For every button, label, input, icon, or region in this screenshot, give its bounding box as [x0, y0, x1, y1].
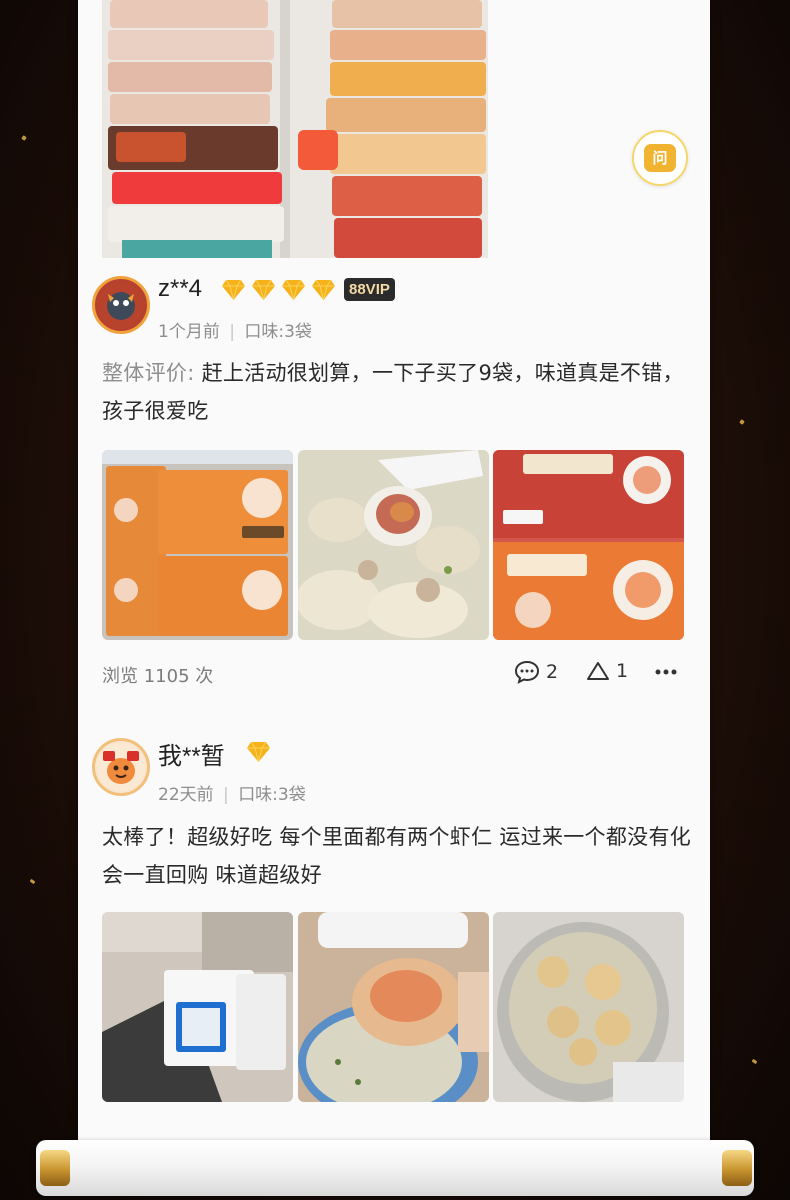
review-username[interactable]: z**4	[158, 275, 202, 303]
sparkle	[29, 878, 36, 885]
avatar[interactable]	[92, 738, 150, 796]
review-photo[interactable]	[298, 912, 489, 1102]
review-spec: 口味:3袋	[244, 322, 312, 342]
scroll-cap-left	[40, 1150, 70, 1186]
diamond-icon	[252, 279, 275, 301]
more-options-button[interactable]	[654, 660, 678, 684]
diamond-icon	[222, 279, 245, 301]
comment-icon	[514, 660, 540, 684]
review-photo[interactable]	[493, 912, 684, 1102]
avatar-image	[97, 743, 145, 791]
review-text: 整体评价: 赶上活动很划算，一下子买了9袋，味道真是不错，孩子很爱吃	[102, 354, 692, 430]
question-icon: 问	[644, 144, 676, 172]
vip-badge: 88VIP	[344, 278, 395, 301]
ask-question-button[interactable]: 问	[632, 130, 688, 186]
review-photo[interactable]	[493, 450, 684, 640]
review-photo[interactable]	[102, 912, 293, 1102]
diamond-icon	[247, 741, 270, 763]
diamond-icon	[282, 279, 305, 301]
scroll-roller	[36, 1140, 754, 1196]
review-time: 22天前	[158, 785, 214, 805]
review-text: 太棒了！超级好吃 每个里面都有两个虾仁 运过来一个都没有化 会一直回购 味道超级…	[102, 825, 692, 887]
review-meta: 1个月前 | 口味:3袋	[158, 317, 312, 342]
more-icon	[655, 669, 677, 675]
meta-divider: |	[223, 785, 229, 805]
like-count: 1	[616, 660, 629, 682]
review-photo-freezer[interactable]	[102, 0, 488, 258]
sparkle	[751, 1058, 758, 1065]
review-username[interactable]: 我**暂	[158, 736, 225, 771]
review-spec: 口味:3袋	[238, 785, 306, 805]
review-scroll-paper: 问 z**4 88VIP 1个月前 | 口味:3袋 整体评价: 赶上活动很划算，…	[78, 0, 710, 1160]
sparkle	[21, 135, 27, 141]
view-count: 浏览 1105 次	[102, 666, 214, 687]
avatar[interactable]	[92, 276, 150, 334]
like-icon	[587, 662, 609, 680]
comment-button[interactable]: 2	[514, 660, 558, 684]
review-time: 1个月前	[158, 322, 220, 342]
review-meta: 22天前 | 口味:3袋	[158, 780, 306, 805]
review-photo[interactable]	[298, 450, 489, 640]
avatar-image	[98, 282, 144, 328]
meta-divider: |	[229, 322, 235, 342]
like-button[interactable]: 1	[586, 660, 628, 682]
diamond-icon	[312, 279, 335, 301]
scroll-cap-right	[722, 1150, 752, 1186]
sparkle	[739, 419, 745, 425]
comment-count: 2	[546, 661, 559, 683]
review-photo[interactable]	[102, 450, 293, 640]
review-text-label: 整体评价:	[102, 361, 195, 385]
